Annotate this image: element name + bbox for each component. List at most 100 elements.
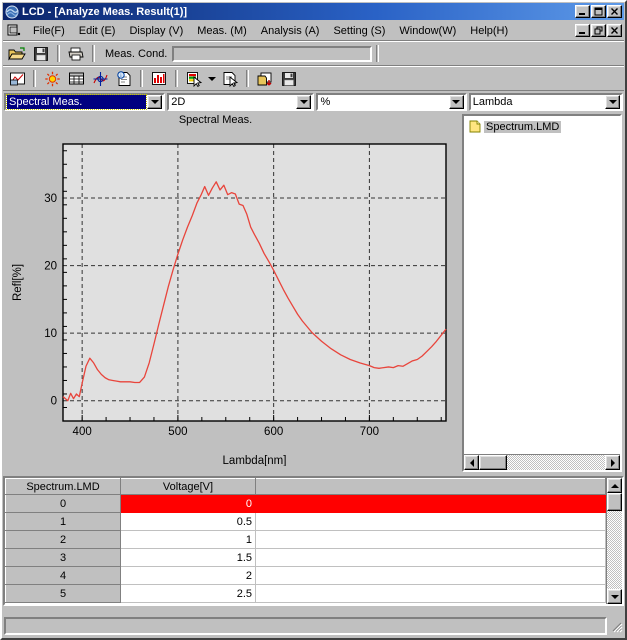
table-row[interactable]: 5 2.5 (5, 584, 606, 603)
dropdown-arrow-icon[interactable] (206, 67, 218, 90)
cell-index[interactable]: 0 (5, 494, 121, 513)
bar-chart-icon[interactable] (147, 67, 171, 90)
unit-value: % (320, 95, 331, 108)
save-file-icon[interactable] (29, 42, 53, 65)
toolbar-separator (175, 70, 178, 87)
toolbar-separator (246, 70, 249, 87)
unit-combo[interactable]: % (316, 92, 467, 111)
close-button[interactable] (607, 5, 622, 18)
document-icon[interactable] (6, 23, 22, 38)
measurement-mode-value: Spectral Meas. (5, 93, 148, 110)
menu-display[interactable]: Display (V) (122, 23, 190, 39)
mdi-window-controls (575, 24, 622, 37)
copy-page-icon[interactable] (218, 67, 242, 90)
cell-blank[interactable] (255, 530, 606, 549)
menu-analysis[interactable]: Analysis (A) (254, 23, 327, 39)
measurement-mode-combo[interactable]: Spectral Meas. (4, 92, 166, 111)
axis-value: Lambda (472, 95, 513, 108)
cell-blank[interactable] (255, 494, 606, 513)
list-item[interactable]: Spectrum.LMD (469, 119, 620, 134)
scroll-down-button[interactable] (607, 589, 622, 604)
application-window: LCD - [Analyze Meas. Result(1)] File(F) … (0, 0, 627, 640)
cell-voltage[interactable]: 2.5 (120, 584, 256, 603)
cell-voltage[interactable]: 0 (120, 494, 256, 513)
cell-index[interactable]: 4 (5, 566, 121, 585)
scroll-track[interactable] (607, 511, 622, 589)
scroll-thumb[interactable] (607, 493, 622, 511)
table-row[interactable]: 00 (5, 494, 606, 513)
cell-index[interactable]: 3 (5, 548, 121, 567)
scroll-left-button[interactable] (464, 455, 479, 470)
chevron-down-icon[interactable] (147, 94, 163, 109)
menu-file[interactable]: File(F) (26, 23, 72, 39)
spectral-plot[interactable]: 0 10 20 30 400 500 600 700 Lambda[nm] Refl[%] (3, 126, 458, 466)
save-data-icon[interactable] (277, 67, 301, 90)
axis-tick-label-y: 30 (44, 193, 57, 205)
menu-setting[interactable]: Setting (S) (326, 23, 392, 39)
info-properties-icon[interactable]: i (112, 67, 136, 90)
tree-item-label: Spectrum.LMD (484, 120, 562, 133)
axis-tick-label-x: 700 (360, 426, 379, 438)
resize-grip[interactable] (609, 619, 623, 633)
table-header-row: Spectrum.LMD Voltage[V] (5, 478, 606, 495)
axis-tick-label-y: 20 (44, 261, 57, 273)
cell-index[interactable]: 5 (5, 584, 121, 603)
color-select-icon[interactable] (182, 67, 206, 90)
maximize-button[interactable] (591, 5, 606, 18)
cell-voltage[interactable]: 2 (120, 566, 256, 585)
minimize-button[interactable] (575, 5, 590, 18)
chevron-down-icon[interactable] (296, 94, 312, 109)
mdi-restore-button[interactable] (591, 24, 606, 37)
tree-horizontal-scrollbar[interactable] (464, 454, 620, 470)
table-row[interactable]: 21 (5, 530, 606, 549)
selector-bar: Spectral Meas. 2D % Lambda (3, 92, 624, 111)
file-tree-body[interactable]: Spectrum.LMD (464, 116, 620, 454)
chart-pane: Spectral Meas. 0 10 20 30 400 500 600 700 Lambda… (3, 112, 458, 474)
y-axis-label: Refl[%] (12, 264, 24, 301)
chevron-down-icon[interactable] (605, 94, 620, 109)
mdi-minimize-button[interactable] (575, 24, 590, 37)
col-header-blank[interactable] (255, 478, 606, 495)
print-icon[interactable] (64, 42, 88, 65)
scroll-track[interactable] (507, 455, 605, 470)
table-vertical-scrollbar[interactable] (606, 478, 622, 604)
menu-meas[interactable]: Meas. (M) (190, 23, 254, 39)
plot-background (63, 144, 446, 421)
data-table[interactable]: Spectrum.LMD Voltage[V] 0 0 1 0.5 2 1 3 1.5 4 2 5 2… (5, 478, 606, 603)
table-row[interactable]: 1 0.5 (5, 512, 606, 531)
scroll-thumb[interactable] (479, 455, 507, 470)
file-tree-pane: Spectrum.LMD (462, 114, 622, 472)
cell-index[interactable]: 1 (5, 512, 121, 531)
chevron-down-icon[interactable] (448, 94, 464, 109)
menu-help[interactable]: Help(H) (463, 23, 515, 39)
col-header-voltage[interactable]: Voltage[V] (120, 478, 256, 495)
title-bar: LCD - [Analyze Meas. Result(1)] (3, 3, 624, 20)
cell-voltage[interactable]: 1.5 (120, 548, 256, 567)
chart-title: Spectral Meas. (178, 114, 253, 126)
scroll-up-button[interactable] (607, 478, 622, 493)
axis-combo[interactable]: Lambda (468, 92, 623, 111)
table-row[interactable]: 3 1.5 (5, 548, 606, 567)
meas-cond-input[interactable] (172, 45, 373, 62)
mdi-close-button[interactable] (607, 24, 622, 37)
open-file-icon[interactable] (5, 42, 29, 65)
cell-index[interactable]: 2 (5, 530, 121, 549)
crosshair-marker-icon[interactable] (88, 67, 112, 90)
export-data-icon[interactable] (253, 67, 277, 90)
scroll-right-button[interactable] (605, 455, 620, 470)
cell-blank[interactable] (255, 566, 606, 585)
cell-blank[interactable] (255, 548, 606, 567)
cell-voltage[interactable]: 0.5 (120, 512, 256, 531)
cell-voltage[interactable]: 1 (120, 530, 256, 549)
data-table-icon[interactable] (64, 67, 88, 90)
view-mode-value: 2D (171, 95, 186, 108)
view-mode-combo[interactable]: 2D (167, 92, 315, 111)
table-row[interactable]: 42 (5, 566, 606, 585)
view-graph-icon[interactable] (5, 67, 29, 90)
col-header-index[interactable]: Spectrum.LMD (5, 478, 121, 495)
menu-edit[interactable]: Edit (E) (72, 23, 123, 39)
cell-blank[interactable] (255, 512, 606, 531)
cell-blank[interactable] (255, 584, 606, 603)
menu-window[interactable]: Window(W) (392, 23, 463, 39)
light-source-icon[interactable] (40, 67, 64, 90)
